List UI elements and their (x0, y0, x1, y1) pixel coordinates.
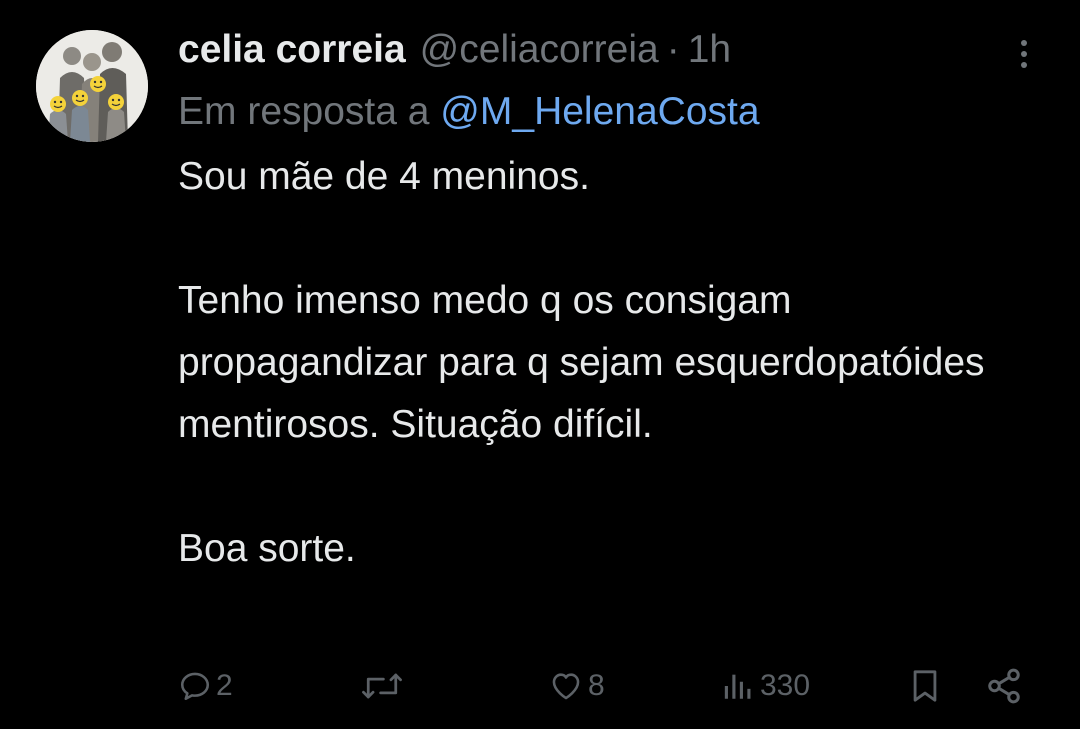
reply-context: Em resposta a @M_HelenaCosta (178, 88, 1038, 136)
reply-button[interactable]: 2 (178, 662, 233, 710)
more-dot (1021, 51, 1027, 57)
reply-icon (180, 672, 210, 701)
tweet-header: celia correia @celiacorreia · 1h (178, 26, 1038, 74)
views-button[interactable]: 330 (722, 662, 810, 710)
reply-count: 2 (216, 669, 233, 702)
share-button[interactable] (984, 662, 1024, 710)
tweet-actions-bar: 2 8 330 (0, 662, 1080, 710)
retweet-icon (362, 673, 402, 699)
author-display-name[interactable]: celia correia (178, 26, 406, 74)
author-handle[interactable]: @celiacorreia (420, 26, 659, 74)
views-count: 330 (760, 669, 811, 702)
tweet-timestamp[interactable]: 1h (688, 26, 731, 74)
family-avatar-illustration (36, 30, 148, 142)
bookmark-icon (913, 670, 937, 702)
reply-prefix: Em resposta a (178, 90, 430, 133)
retweet-button[interactable] (360, 662, 408, 710)
views-bar-chart-icon (724, 674, 751, 699)
tweet-card[interactable]: celia correia @celiacorreia · 1h Em resp… (0, 0, 1080, 729)
more-options-button[interactable] (1006, 34, 1042, 74)
heart-icon (552, 673, 580, 700)
reply-mention-link[interactable]: @M_HelenaCosta (440, 90, 759, 133)
share-icon (988, 668, 1020, 704)
bookmark-button[interactable] (908, 662, 942, 710)
tweet-content: celia correia @celiacorreia · 1h Em resp… (178, 26, 1038, 580)
like-button[interactable]: 8 (548, 662, 605, 710)
avatar[interactable] (36, 30, 148, 142)
more-vertical-icon (1021, 40, 1027, 46)
header-separator: · (666, 28, 680, 71)
like-count: 8 (588, 669, 605, 702)
more-dot (1021, 62, 1027, 68)
tweet-text: Sou mãe de 4 meninos. Tenho imenso medo … (178, 155, 985, 570)
